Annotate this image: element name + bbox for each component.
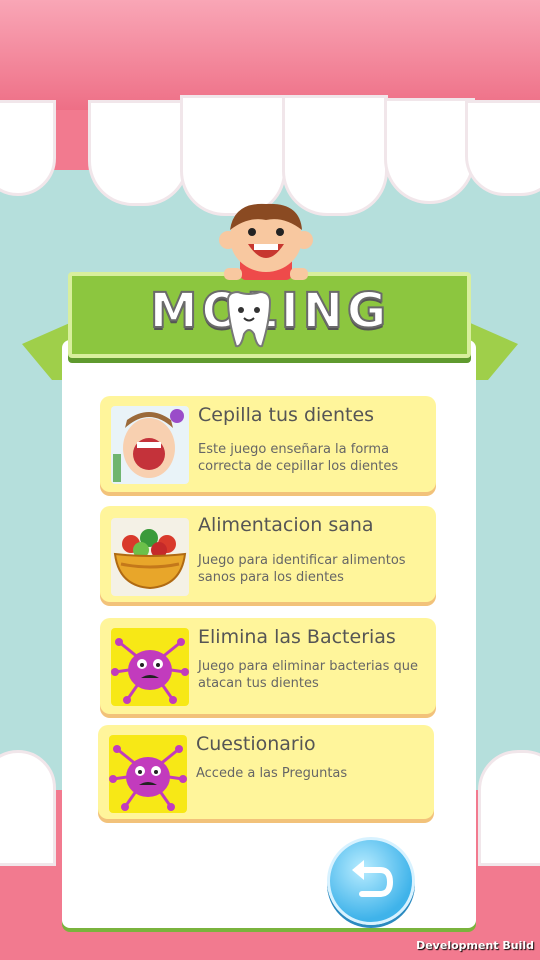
tooth xyxy=(478,750,540,866)
bacteria-image xyxy=(109,735,187,813)
menu-card-eliminate-bacteria[interactable]: Elimina las Bacterias Juego para elimina… xyxy=(100,618,436,714)
card-title: Cuestionario xyxy=(196,733,316,755)
back-arrow-icon xyxy=(352,860,394,897)
kid-brushing-teeth-image xyxy=(111,406,189,484)
development-build-label: Development Build xyxy=(416,939,534,952)
tooth xyxy=(88,100,189,206)
card-description: Juego para eliminar bacterias que atacan… xyxy=(198,659,419,691)
tooth xyxy=(282,95,388,216)
menu-card-quiz[interactable]: Cuestionario Accede a las Preguntas xyxy=(98,725,434,819)
menu-card-healthy-food[interactable]: Alimentacion sana Juego para identificar… xyxy=(100,506,436,602)
tooth xyxy=(0,750,56,866)
card-description: Juego para identificar alimentos sanos p… xyxy=(198,553,406,585)
tooth xyxy=(0,100,56,196)
card-title: Alimentacion sana xyxy=(198,514,374,536)
salad-bowl-image xyxy=(111,518,189,596)
card-title: Cepilla tus dientes xyxy=(198,404,375,426)
kid-mascot-icon xyxy=(219,203,313,280)
card-description: Este juego enseñara la forma correcta de… xyxy=(198,442,399,474)
back-button[interactable] xyxy=(327,837,415,925)
tooth xyxy=(465,100,540,196)
card-title: Elimina las Bacterias xyxy=(198,626,396,648)
tooth xyxy=(384,98,475,204)
tooth xyxy=(180,95,286,216)
tooth-mascot-icon xyxy=(226,290,272,348)
menu-card-brush-teeth[interactable]: Cepilla tus dientes Este juego enseñara … xyxy=(100,396,436,492)
card-description: Accede a las Preguntas xyxy=(196,766,348,781)
bacteria-image xyxy=(111,628,189,706)
